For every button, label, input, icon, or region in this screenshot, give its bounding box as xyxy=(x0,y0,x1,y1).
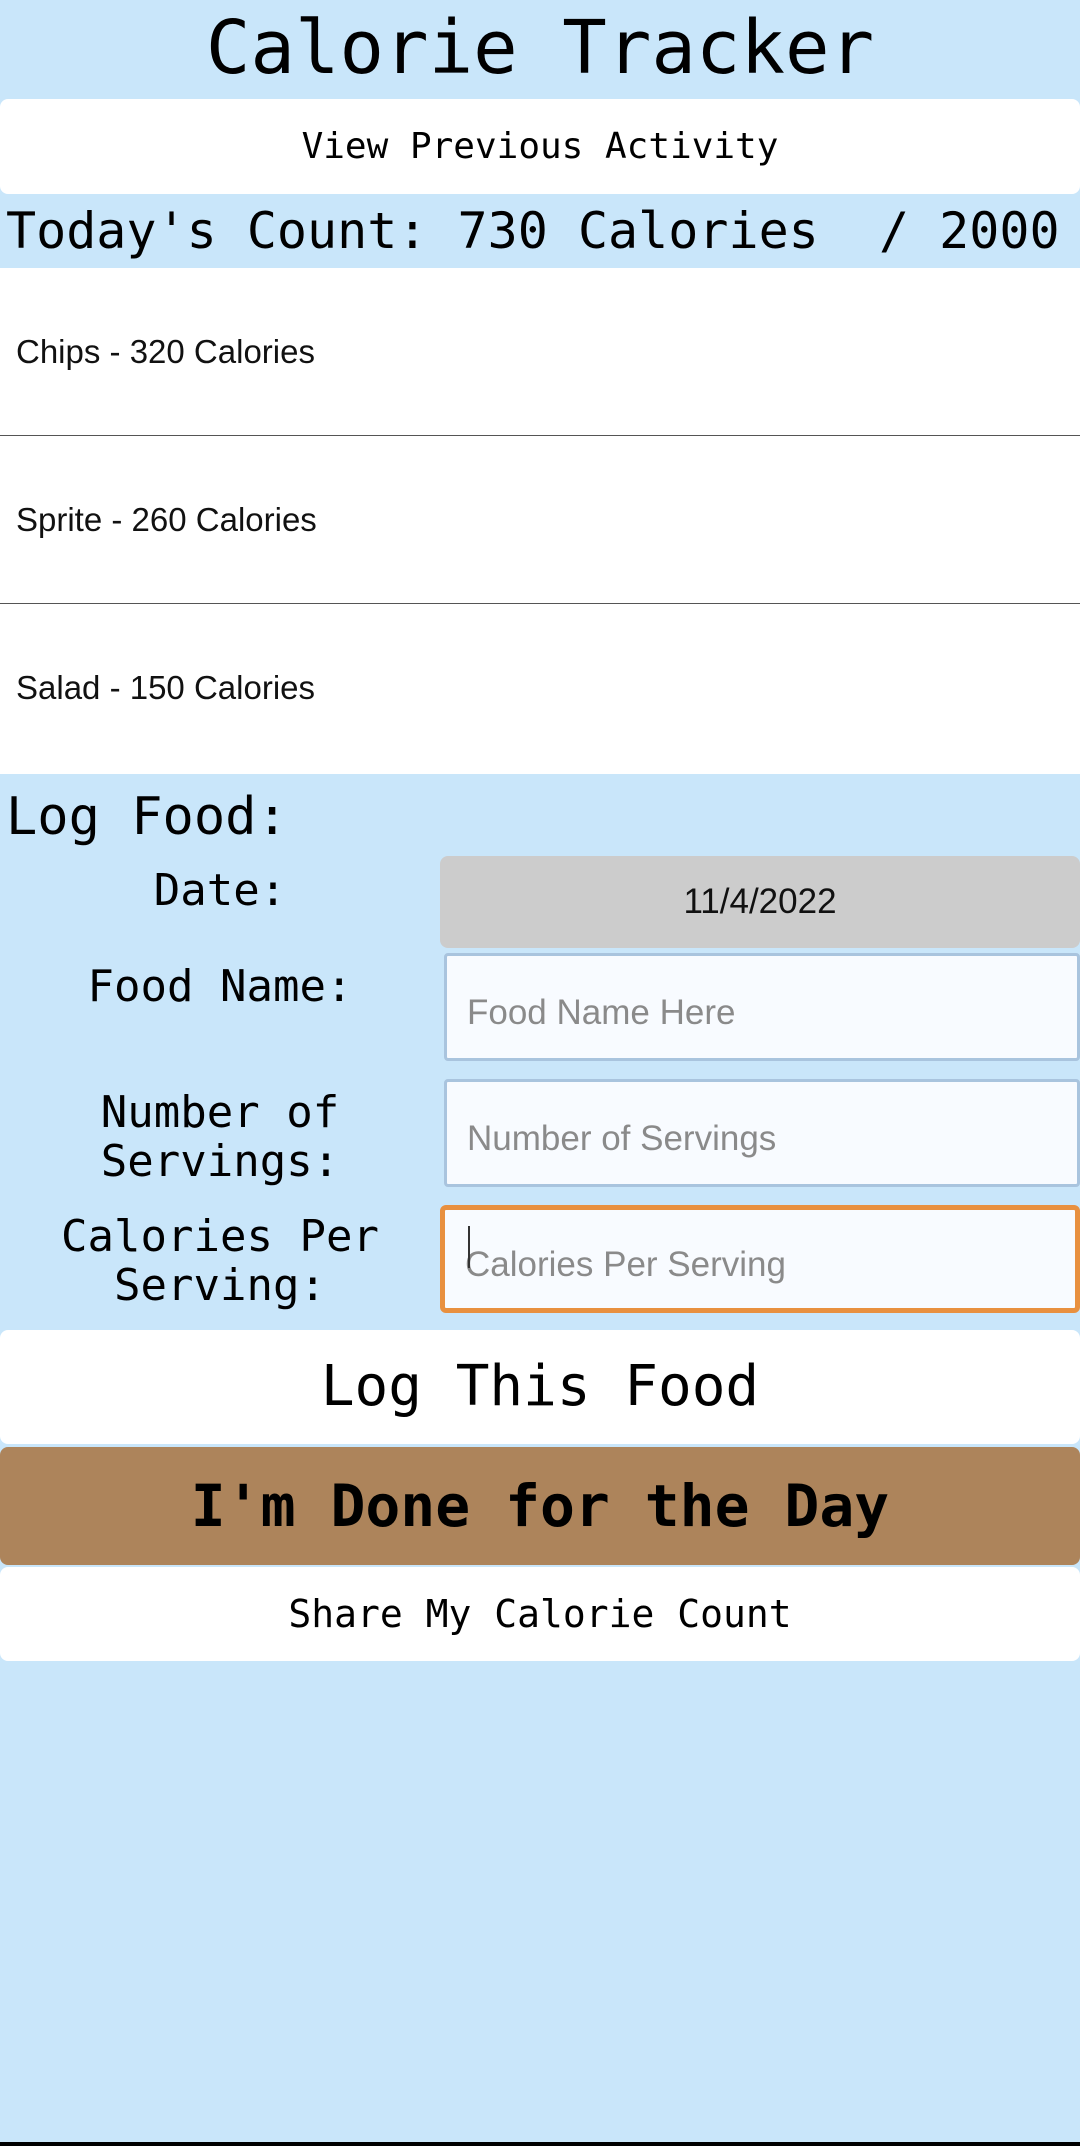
date-picker[interactable]: 11/4/2022 xyxy=(440,856,1080,948)
done-for-the-day-button[interactable]: I'm Done for the Day xyxy=(0,1447,1080,1565)
todays-calorie-count: Today's Count: 730 Calories / 2000 xyxy=(6,202,1060,260)
text-cursor xyxy=(468,1226,470,1268)
log-food-heading: Log Food: xyxy=(6,787,288,847)
food-log-list: Chips - 320 Calories Sprite - 260 Calori… xyxy=(0,268,1080,774)
share-calorie-count-button[interactable]: Share My Calorie Count xyxy=(0,1567,1080,1661)
list-item[interactable]: Sprite - 260 Calories xyxy=(0,436,1080,604)
app-title: Calorie Tracker xyxy=(205,5,875,91)
food-item-label: Chips - 320 Calories xyxy=(16,332,315,370)
list-item[interactable]: Chips - 320 Calories xyxy=(0,268,1080,436)
servings-input[interactable] xyxy=(444,1079,1080,1187)
bottom-divider xyxy=(0,2142,1080,2146)
food-item-label: Salad - 150 Calories xyxy=(16,669,315,706)
list-item[interactable]: Salad - 150 Calories xyxy=(0,604,1080,772)
view-previous-activity-button[interactable]: View Previous Activity xyxy=(0,99,1080,194)
log-this-food-button[interactable]: Log This Food xyxy=(0,1330,1080,1444)
food-name-input[interactable] xyxy=(444,953,1080,1061)
servings-label: Number of Servings: xyxy=(100,1087,340,1188)
food-name-label: Food Name: xyxy=(87,961,353,1012)
calories-per-serving-label: Calories Per Serving: xyxy=(61,1211,379,1312)
food-item-label: Sprite - 260 Calories xyxy=(16,500,317,538)
calories-per-serving-input[interactable] xyxy=(440,1205,1080,1313)
date-label: Date: xyxy=(153,865,287,916)
